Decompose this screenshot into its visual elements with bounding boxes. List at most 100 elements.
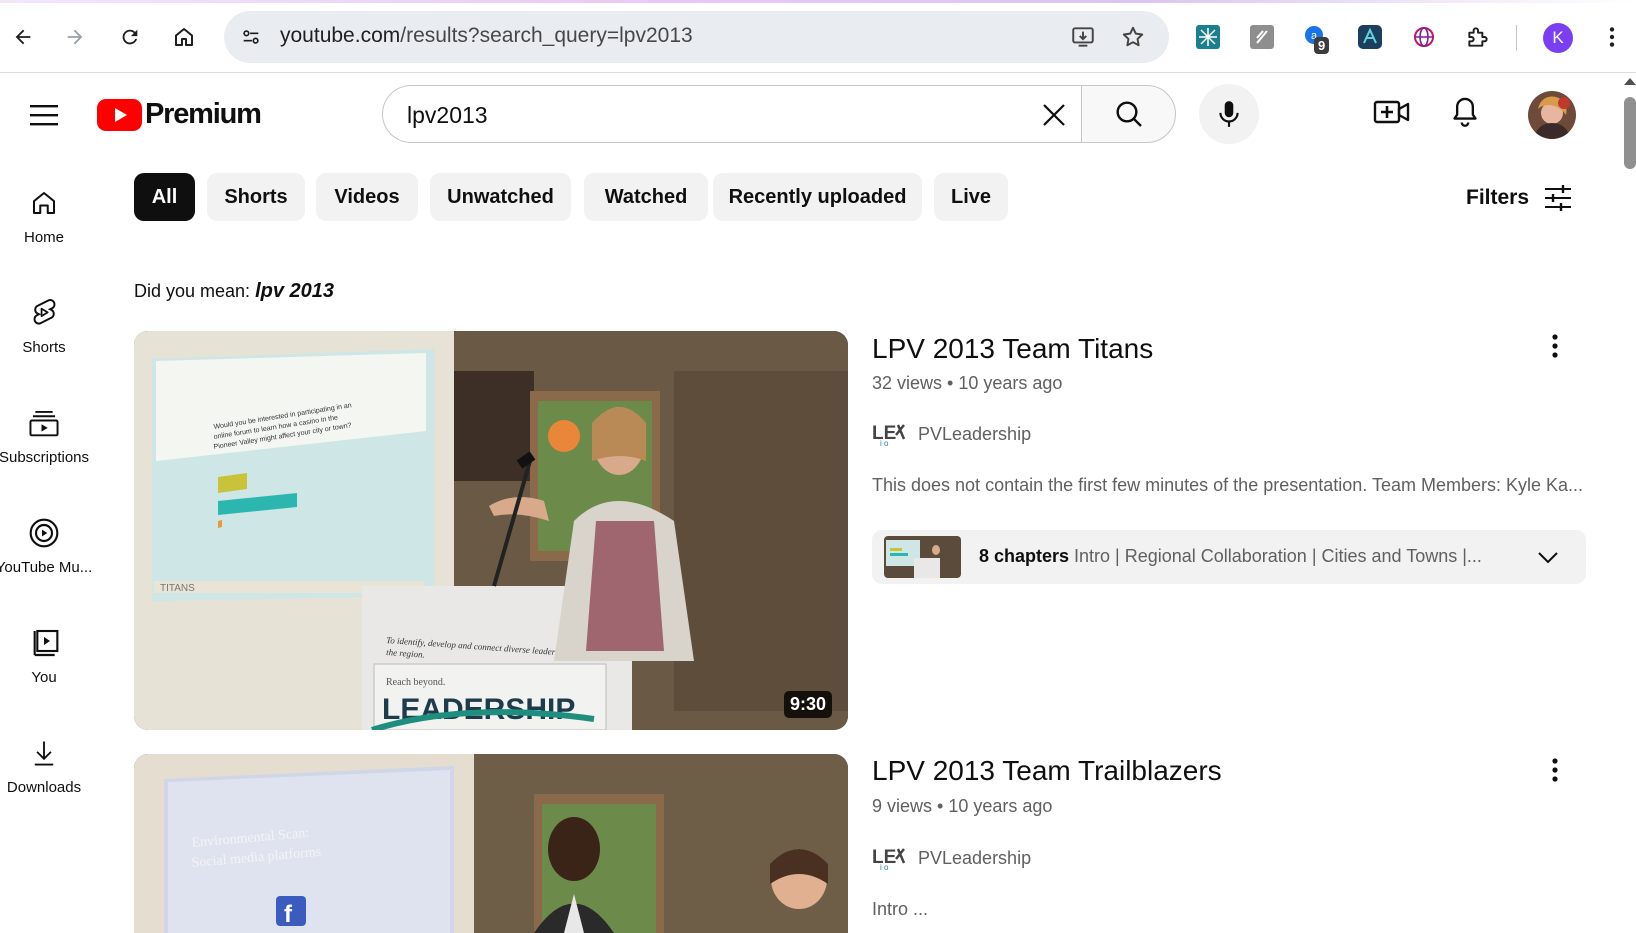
voice-search-button[interactable] (1199, 84, 1259, 144)
extensions-puzzle-icon[interactable] (1462, 21, 1494, 53)
did-you-mean: Did you mean: lpv 2013 (134, 280, 334, 303)
reload-icon (122, 29, 138, 45)
extension-network-icon[interactable] (1192, 21, 1224, 53)
search-box[interactable] (382, 85, 1082, 143)
search-button[interactable] (1081, 85, 1176, 143)
chip-unwatched[interactable]: Unwatched (430, 173, 571, 221)
create-video-icon[interactable] (1373, 95, 1411, 134)
filters-label: Filters (1466, 186, 1530, 209)
youtube-header: Premium (0, 73, 1636, 157)
channel-link[interactable]: LE i o PVLeadership (872, 845, 1031, 871)
svg-text:f: f (284, 901, 293, 928)
sidebar-item-label: Home (23, 229, 64, 246)
sidebar-item-home[interactable]: Home (0, 157, 88, 257)
more-actions-icon[interactable] (1543, 328, 1567, 364)
extension-badge-icon[interactable]: a 9 (1300, 21, 1332, 54)
sidebar-item-downloads[interactable]: Downloads (0, 707, 88, 807)
extension-draw-icon[interactable] (1354, 21, 1386, 53)
install-app-icon[interactable] (1070, 24, 1096, 55)
video-title-link[interactable]: LPV 2013 Team Titans (872, 333, 1153, 365)
channel-name: PVLeadership (918, 847, 1032, 868)
video-title-link[interactable]: LPV 2013 Team Trailblazers (872, 755, 1222, 787)
chapters-count: 8 chapters (979, 546, 1070, 566)
channel-name: PVLeadership (918, 423, 1032, 444)
thumbnail-image: Environmental Scan: Social media platfor… (134, 754, 848, 933)
chapters-list: Intro | Regional Collaboration | Cities … (1074, 546, 1482, 566)
sidebar-item-label: You (31, 669, 57, 686)
video-description-snippet: This does not contain the first few minu… (872, 475, 1584, 495)
url-host: youtube.com (280, 24, 401, 47)
sidebar-item-shorts[interactable]: Shorts (0, 267, 88, 367)
extension-notes-icon[interactable] (1246, 21, 1278, 53)
youtube-logo[interactable]: Premium (97, 98, 262, 131)
browser-profile-avatar[interactable]: K (1543, 23, 1573, 53)
home-outline-icon (175, 28, 193, 46)
shorts-icon (29, 295, 59, 331)
back-button[interactable] (5, 19, 41, 55)
hamburger-menu-icon[interactable] (26, 97, 62, 133)
chip-watched[interactable]: Watched (584, 173, 708, 221)
browser-menu-icon[interactable] (1596, 21, 1628, 53)
address-bar[interactable]: youtube.com/results?search_query=lpv2013 (224, 11, 1169, 63)
more-actions-icon[interactable] (1543, 752, 1567, 788)
video-duration-badge: 9:30 (783, 691, 832, 718)
video-description-snippet: Intro ... (872, 899, 929, 919)
url-path: /results?search_query=lpv2013 (400, 24, 693, 47)
forward-button[interactable] (57, 19, 93, 55)
chip-videos[interactable]: Videos (316, 173, 418, 221)
scroll-up-arrow-icon[interactable] (1624, 78, 1636, 85)
thumbnail-image: Would you be interested in participating… (134, 331, 848, 730)
reload-button[interactable] (112, 19, 148, 55)
download-icon (30, 735, 58, 771)
browser-toolbar: youtube.com/results?search_query=lpv2013… (0, 3, 1636, 73)
bookmark-star-icon[interactable] (1120, 24, 1146, 55)
chip-all[interactable]: All (134, 173, 195, 221)
clear-search-icon[interactable] (1039, 100, 1069, 135)
video-thumbnail[interactable]: Environmental Scan: Social media platfor… (134, 754, 848, 933)
chip-live[interactable]: Live (934, 173, 1008, 221)
did-you-mean-suggestion-link[interactable]: lpv 2013 (255, 280, 334, 302)
sidebar-item-label: Subscriptions (0, 449, 90, 466)
chapter-thumbnail (884, 536, 961, 578)
video-thumbnail[interactable]: Would you be interested in participating… (134, 331, 848, 730)
page-scrollbar[interactable] (1622, 73, 1636, 933)
notifications-bell-icon[interactable] (1449, 95, 1481, 134)
scrollbar-thumb[interactable] (1624, 97, 1636, 169)
chip-recently-uploaded[interactable]: Recently uploaded (713, 173, 922, 221)
meta-separator-dot: • (937, 796, 949, 816)
filter-sliders-icon (1545, 185, 1572, 211)
sidebar-item-subscriptions[interactable]: Subscriptions (0, 377, 90, 477)
upload-age: 10 years ago (958, 373, 1063, 393)
home-page-button[interactable] (166, 19, 202, 55)
chip-shorts[interactable]: Shorts (207, 173, 305, 221)
account-avatar[interactable] (1528, 91, 1576, 139)
toolbar-divider (1516, 25, 1517, 51)
forward-arrow-icon (67, 29, 83, 45)
view-count: 9 views (872, 796, 933, 816)
site-info-icon[interactable] (238, 24, 264, 50)
chapters-expander[interactable]: 8 chapters Intro | Regional Collaboratio… (872, 530, 1586, 584)
search-icon (1115, 101, 1142, 127)
channel-link[interactable]: LE i o PVLeadership (872, 421, 1031, 447)
home-icon (29, 185, 59, 221)
you-icon (28, 625, 60, 661)
svg-text:i o: i o (880, 863, 889, 871)
svg-text:TITANS: TITANS (160, 583, 195, 594)
youtube-play-logo-icon (97, 98, 142, 131)
search-input[interactable] (405, 100, 1009, 130)
youtube-music-icon (28, 515, 60, 551)
view-count: 32 views (872, 373, 943, 393)
meta-separator-dot: • (947, 373, 959, 393)
channel-avatar-logo: LEi o (872, 847, 906, 871)
sidebar-item-you[interactable]: You (0, 597, 88, 697)
sidebar-item-label: YouTube Mu... (0, 559, 93, 576)
filters-button[interactable]: Filters (1466, 180, 1573, 216)
microphone-icon (1219, 101, 1239, 127)
url-text[interactable]: youtube.com/results?search_query=lpv2013 (280, 24, 693, 48)
svg-text:Reach beyond.: Reach beyond. (386, 677, 445, 688)
video-metadata: 32 views • 10 years ago (872, 373, 1062, 394)
sidebar-item-label: Downloads (6, 779, 82, 796)
subscriptions-icon (28, 405, 60, 441)
extension-translate-icon[interactable] (1408, 21, 1440, 53)
sidebar-item-youtube-music[interactable]: YouTube Mu... (0, 487, 92, 587)
